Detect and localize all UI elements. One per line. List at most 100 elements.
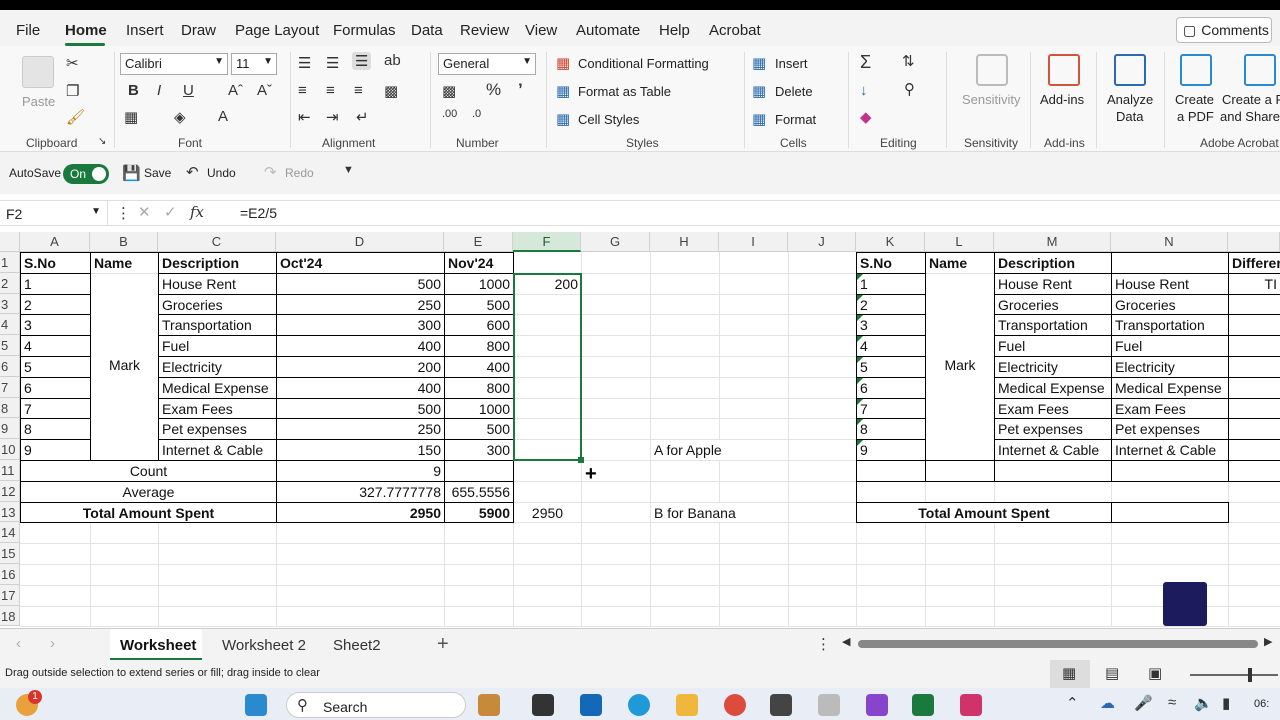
find-select-icon[interactable]: ⚲ [904,80,915,98]
description-cell[interactable]: Medical Expense [159,377,276,398]
count-value-cell[interactable]: 9 [277,461,444,481]
row-header[interactable]: 6 [0,356,20,377]
delete-cells-button[interactable]: Delete [775,84,813,99]
autosum-icon[interactable]: Σ [860,52,871,73]
sno-cell[interactable]: 3 [857,315,925,336]
row-header[interactable]: 12 [0,480,20,502]
customize-qat-icon[interactable]: ▼ [343,164,354,176]
description-cell[interactable]: Internet & Cable [1112,440,1228,460]
comma-style-icon[interactable]: ’ [518,80,523,100]
nov-value-cell[interactable]: 400 [445,357,513,377]
description-cell[interactable]: Transportation [159,315,276,336]
description-cell[interactable]: Medical Expense [995,377,1111,398]
column-header[interactable]: I [719,232,788,252]
sno-cell[interactable]: 7 [21,398,90,419]
sno-cell[interactable]: 1 [857,273,925,294]
nov-value-cell[interactable]: 800 [445,377,513,398]
sheet-tab-worksheet[interactable]: Worksheet [120,637,196,654]
column-header[interactable]: M [994,232,1111,252]
description-cell[interactable]: Electricity [995,357,1111,377]
sno-cell[interactable]: 3 [21,315,90,336]
increase-font-icon[interactable]: Aˆ [228,82,243,99]
conditional-formatting-button[interactable]: Conditional Formatting [578,56,709,71]
nov-value-cell[interactable]: 300 [445,440,513,460]
merge-center-icon[interactable]: ▩ [384,82,398,100]
oct-value-cell[interactable]: 500 [277,273,444,294]
row-header[interactable]: 1 [0,252,20,273]
align-top-icon[interactable]: ☰ [298,54,311,72]
description-cell[interactable]: Internet & Cable [995,440,1111,460]
save-icon[interactable]: 💾 [122,164,141,182]
comments-button[interactable]: ▢ Comments [1176,17,1272,43]
autosave-toggle[interactable]: On [63,164,109,184]
header-cell[interactable]: S.No [857,253,925,273]
header-cell[interactable]: Nov'24 [445,253,513,273]
sno-cell[interactable]: 2 [857,294,925,315]
nov-value-cell[interactable]: 500 [445,419,513,440]
page-break-view-icon[interactable]: ▣ [1148,664,1162,682]
description-cell[interactable]: Transportation [1112,315,1228,336]
save-button[interactable]: Save [144,166,171,180]
chrome-icon[interactable] [724,694,746,716]
row-header[interactable]: 17 [0,584,20,606]
header-cell[interactable]: Description [995,253,1111,273]
description-cell[interactable]: Pet expenses [159,419,276,440]
row-header[interactable]: 14 [0,522,20,544]
wrap-text-icon[interactable]: ↵ [356,108,369,126]
align-left-icon[interactable]: ≡ [298,82,307,99]
enter-icon[interactable]: ✓ [164,203,177,221]
average-oct-cell[interactable]: 327.7777778 [277,481,444,502]
column-header[interactable]: E [444,232,513,252]
header-cell[interactable]: S.No [21,253,90,273]
nov-value-cell[interactable]: 1000 [445,398,513,419]
tab-view[interactable]: View [525,22,557,39]
description-cell[interactable]: Electricity [159,357,276,377]
font-color-icon[interactable]: A [218,108,228,125]
row-header[interactable]: 4 [0,314,20,336]
header-cell[interactable]: Description [159,253,276,273]
sno-cell[interactable]: 4 [857,336,925,356]
sno-cell[interactable]: 5 [21,357,90,377]
description-cell[interactable]: Pet expenses [1112,419,1228,440]
column-header[interactable] [1228,232,1280,252]
row-header[interactable]: 18 [0,605,20,627]
oct-value-cell[interactable]: 250 [277,294,444,315]
align-right-icon[interactable]: ≡ [354,82,363,99]
description-cell[interactable]: Exam Fees [159,398,276,419]
sno-cell[interactable]: 6 [21,377,90,398]
merged-name-cell[interactable]: Mark [91,273,158,460]
accounting-format-icon[interactable]: ▩ [442,82,456,100]
column-header[interactable]: G [581,232,650,252]
oct-value-cell[interactable]: 300 [277,315,444,336]
bold-icon[interactable]: B [128,82,139,99]
row-header[interactable]: 8 [0,397,20,419]
tab-home[interactable]: Home [65,22,107,39]
name-box[interactable]: F2 ▼ [0,201,108,226]
onedrive-icon[interactable]: ☁ [1100,694,1115,712]
row-header[interactable]: 7 [0,376,20,398]
column-header[interactable]: B [90,232,158,252]
sno-cell[interactable]: 4 [21,336,90,356]
average-nov-cell[interactable]: 655.5556 [445,481,513,502]
sno-cell[interactable]: 9 [21,440,90,460]
description-cell[interactable]: House Rent [995,273,1111,294]
select-all-corner[interactable] [0,232,20,252]
dialog-launcher-icon[interactable]: ↘ [98,136,106,147]
column-header[interactable]: D [276,232,444,252]
fill-color-icon[interactable]: ◈ [174,108,186,126]
cancel-icon[interactable]: ✕ [138,203,151,221]
merged-name-cell[interactable]: Mark [926,273,994,460]
description-cell[interactable]: House Rent [1112,273,1228,294]
description-cell[interactable]: Medical Expense [1112,377,1228,398]
decrease-decimal-icon[interactable]: .0 [472,108,481,120]
taskbar-app-icon[interactable] [770,694,792,716]
column-header[interactable]: F [513,232,581,252]
header-cell[interactable]: Differer [1229,253,1280,273]
sno-cell[interactable]: 2 [21,294,90,315]
description-cell[interactable]: Exam Fees [1112,398,1228,419]
increase-decimal-icon[interactable]: .00 [442,108,457,120]
clear-icon[interactable]: ◆ [860,108,872,126]
normal-view-icon[interactable]: ▦ [1062,664,1076,682]
description-cell[interactable]: Fuel [159,336,276,356]
row-header[interactable]: 16 [0,564,20,585]
